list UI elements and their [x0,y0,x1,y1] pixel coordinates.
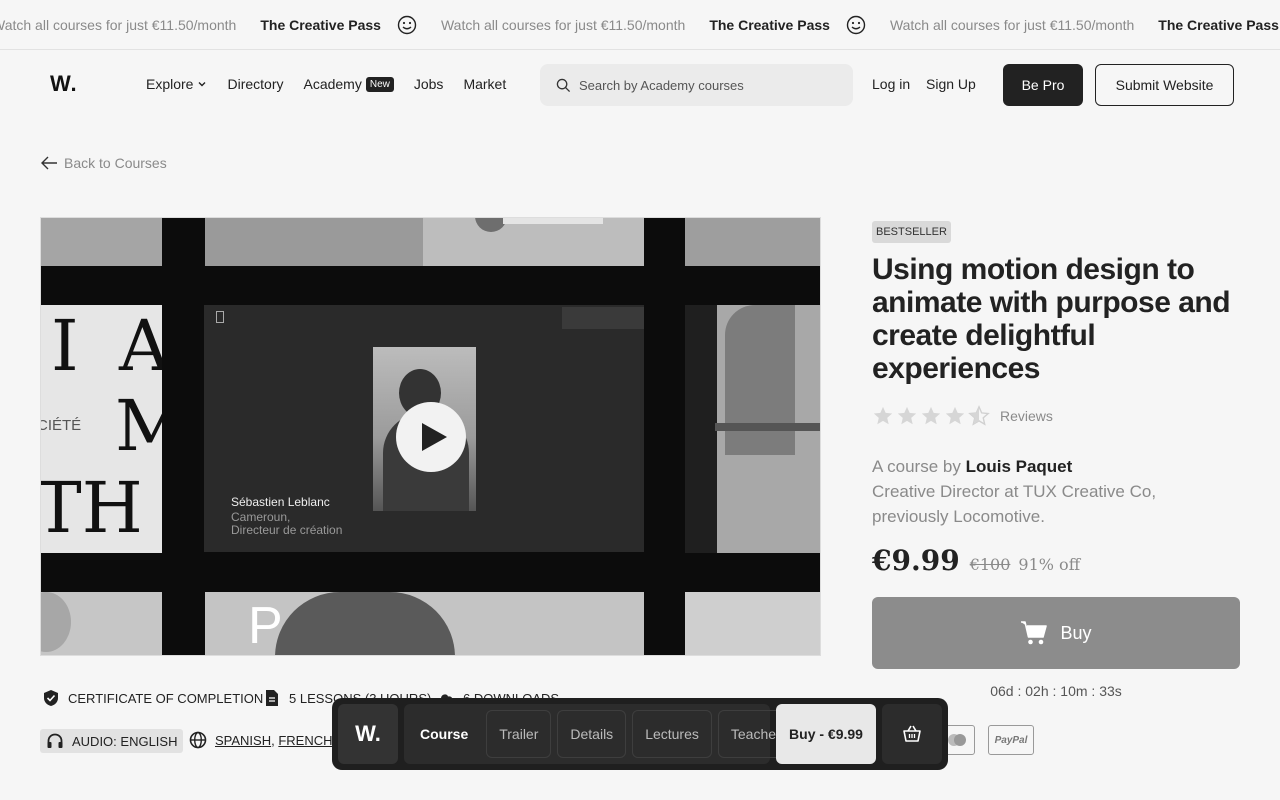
tab-lectures[interactable]: Lectures [632,710,712,758]
document-icon [266,690,278,706]
audio-feature: AUDIO: ENGLISH [40,729,184,753]
course-video-player[interactable]: I A M TH CIÉTÉ Sébastien Leblanc Camerou… [40,217,821,656]
back-to-courses-link[interactable]: Back to Courses [40,155,167,171]
promo-ticker[interactable]: Watch all courses for just €11.50/month … [0,0,1280,50]
nav-jobs[interactable]: Jobs [414,76,444,92]
star-icon [945,406,965,425]
video-letter: TH [41,467,143,549]
cart-icon [1021,621,1048,645]
reviews-link[interactable]: Reviews [1000,408,1053,424]
author-bio: Creative Director at TUX Creative Co, pr… [872,482,1157,526]
floating-logo[interactable]: W. [338,704,398,764]
original-price: €100 [969,555,1011,574]
star-icon [873,406,893,425]
site-logo[interactable]: W. [50,71,78,97]
bestseller-badge: BESTSELLER [872,221,951,243]
star-half-icon [968,405,990,426]
ticker-brand: The Creative Pass [709,17,830,33]
nav-directory[interactable]: Directory [227,76,283,92]
login-link[interactable]: Log in [872,76,910,92]
nav-academy[interactable]: Academy New [303,76,394,92]
headphones-icon [47,733,63,748]
presenter-name: Sébastien Leblanc [231,495,330,509]
floating-buy-button[interactable]: Buy - €9.99 [776,704,876,764]
video-tile-typography: I A M TH CIÉTÉ [41,305,162,553]
nav-market[interactable]: Market [463,76,506,92]
search-bar[interactable] [540,64,853,106]
globe-icon [189,731,207,749]
tab-trailer[interactable]: Trailer [486,710,552,758]
submit-website-button[interactable]: Submit Website [1095,64,1234,106]
certificate-feature: CERTIFICATE OF COMPLETION [42,689,263,707]
ticker-brand: The Creative Pass [1158,17,1279,33]
audio-label: AUDIO: ENGLISH [72,733,178,749]
current-price: €9.99 [872,544,960,577]
smiley-icon [846,15,866,35]
certificate-label: CERTIFICATE OF COMPLETION [68,690,264,706]
tab-course[interactable]: Course [408,710,480,758]
nav-explore-label: Explore [146,76,194,92]
video-tile [685,592,820,655]
author-prefix: A course by [872,457,961,476]
ticker-item: Watch all courses for just €11.50/month … [441,15,890,35]
ticker-message: Watch all courses for just €11.50/month [440,17,686,33]
subtitles-feature: SPANISH, FRENCH, JA [189,731,355,749]
basket-button[interactable] [882,704,942,764]
video-letter: A [119,305,162,387]
nav-academy-label: Academy [303,76,362,92]
main-nav: Explore Directory Academy New Jobs Marke… [146,76,526,92]
star-icon [897,406,917,425]
video-letter: M [115,385,162,467]
subtitle-language-link[interactable]: SPANISH [215,733,271,748]
basket-icon [903,725,921,742]
back-label: Back to Courses [64,155,167,171]
buy-button-label: Buy [1060,622,1092,643]
tab-details[interactable]: Details [557,710,627,758]
new-badge: New [365,76,394,92]
arrow-left-icon [41,156,57,170]
rating-stars[interactable]: Reviews [872,405,1053,427]
course-author: A course by Louis Paquet Creative Direct… [872,454,1232,529]
star-icon [921,406,941,425]
ticker-message: Watch all courses for just €11.50/month [889,17,1135,33]
play-button[interactable] [396,402,466,472]
discount-label: 91% off [1018,555,1081,574]
video-tile [205,218,423,266]
signup-link[interactable]: Sign Up [926,76,976,92]
author-name[interactable]: Louis Paquet [966,457,1073,476]
subtitle-language-link[interactable]: FRENCH [278,733,332,748]
course-title: Using motion design to animate with purp… [872,253,1231,385]
shield-check-icon [44,690,58,706]
video-tile [685,305,820,553]
presenter-location: Cameroun, [231,510,291,524]
video-tile [685,218,820,266]
play-icon [422,423,447,451]
buy-button[interactable]: Buy [872,597,1240,669]
floating-course-nav: W. Course Trailer Details Lectures Teach… [332,698,948,770]
video-letter: I [51,305,79,387]
paypal-icon: PayPal [988,725,1034,755]
video-tile: P [205,592,644,655]
smiley-icon [397,15,417,35]
video-tile [41,218,162,266]
be-pro-button[interactable]: Be Pro [1003,64,1083,106]
floating-tabs: Course Trailer Details Lectures Teacher [404,704,794,764]
video-tile [41,592,162,655]
ticker-brand: The Creative Pass [260,17,381,33]
nav-explore[interactable]: Explore [146,76,207,92]
price-row: €9.99 €100 91% off [872,544,1080,577]
search-input[interactable] [579,77,829,93]
ticker-message: Watch all courses for just €11.50/month [0,17,237,33]
video-side-word: CIÉTÉ [41,417,82,434]
search-icon [556,78,571,92]
ticker-item: Watch all courses for just €11.50/month … [0,15,441,35]
chevron-down-icon [198,82,206,87]
presenter-role: Directeur de création [231,523,343,537]
video-tile [423,218,644,266]
site-header: W. Explore Directory Academy New Jobs Ma… [0,51,1280,121]
countdown-timer: 06d : 02h : 10m : 33s [990,683,1122,699]
ticker-item: Watch all courses for just €11.50/month … [890,17,1280,33]
